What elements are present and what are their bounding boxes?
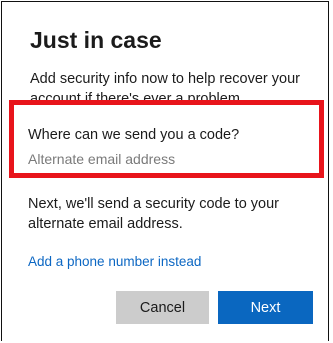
intro-text: Add security info now to help recover yo… bbox=[30, 71, 300, 104]
alternate-email-input[interactable] bbox=[26, 148, 310, 170]
cancel-button[interactable]: Cancel bbox=[116, 291, 209, 324]
dialog-title: Just in case bbox=[30, 27, 162, 53]
add-phone-link[interactable]: Add a phone number instead bbox=[28, 253, 201, 271]
next-info-text: Next, we'll send a security code to your… bbox=[28, 196, 279, 232]
question-label: Where can we send you a code? bbox=[28, 127, 240, 143]
next-button[interactable]: Next bbox=[218, 291, 313, 324]
